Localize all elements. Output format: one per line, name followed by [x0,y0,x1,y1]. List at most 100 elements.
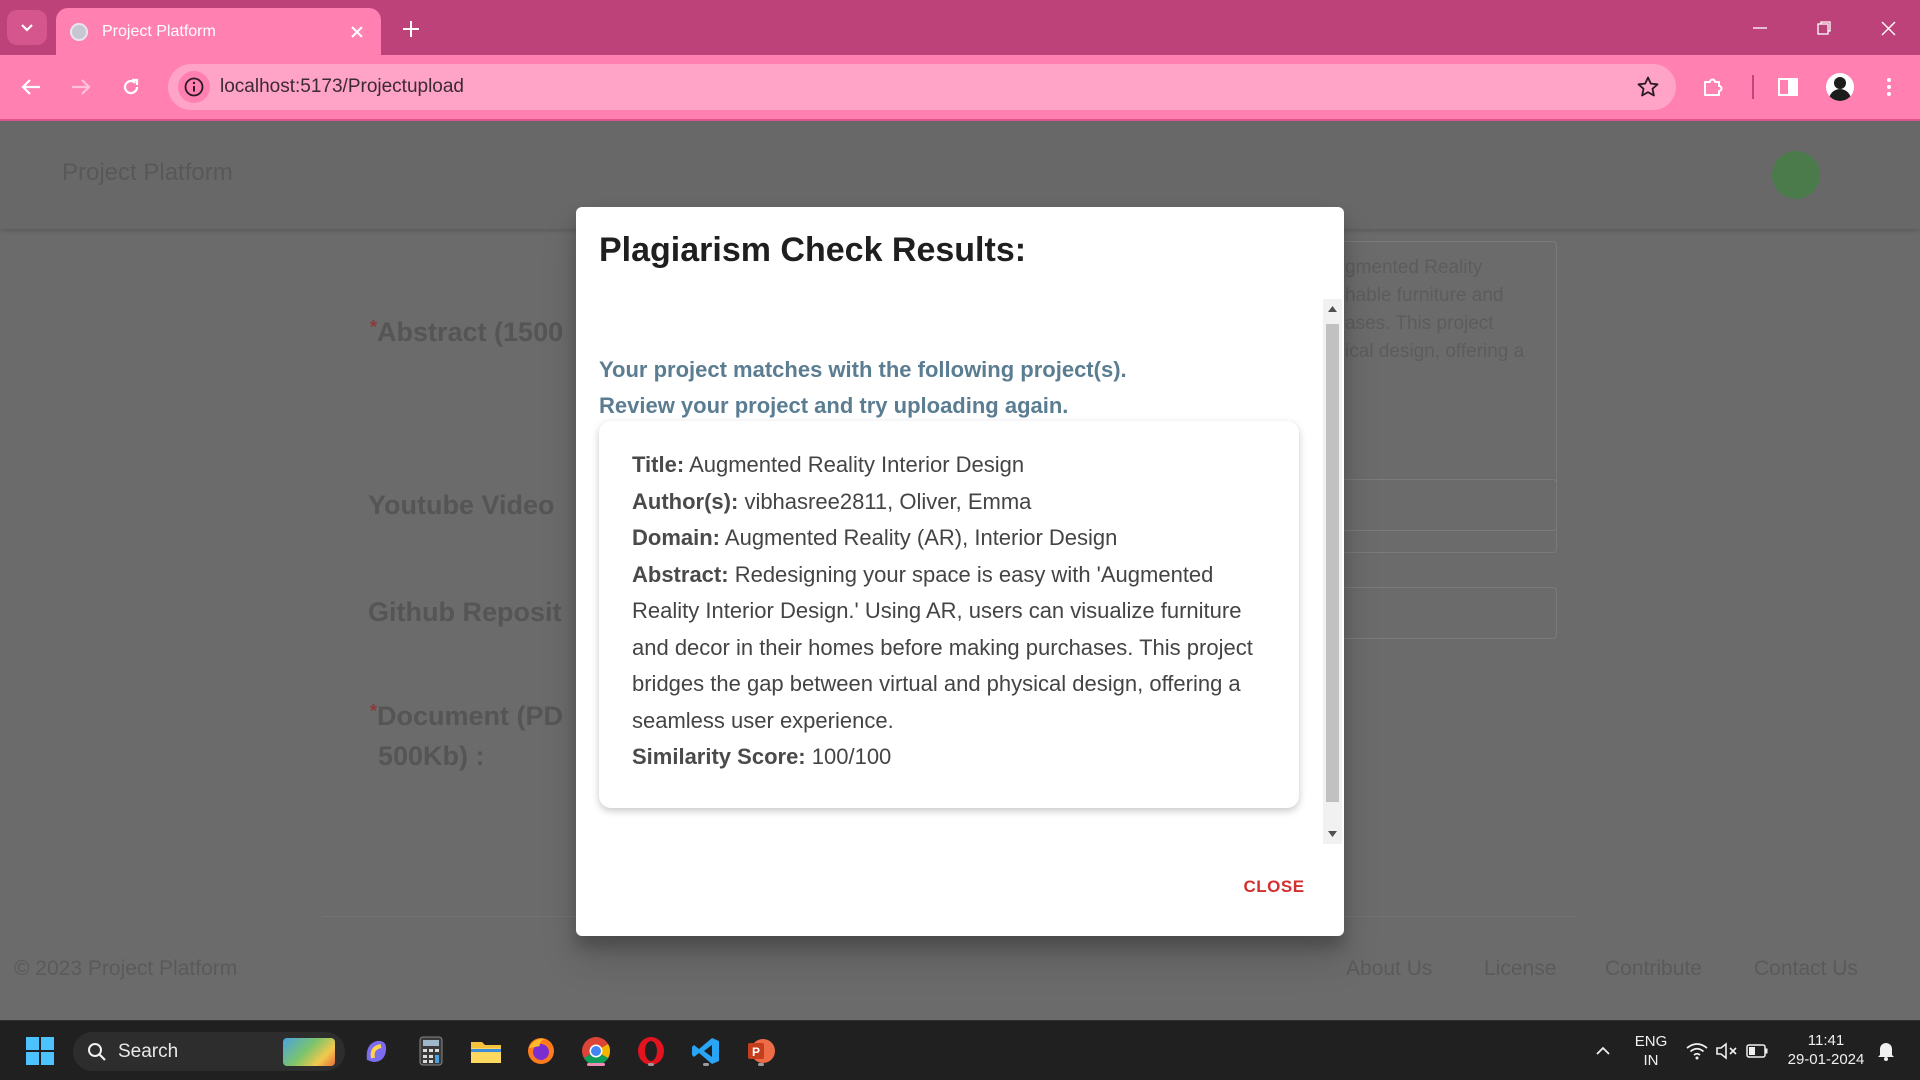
result-title-value: Augmented Reality Interior Design [689,452,1025,477]
language-region: IN [1643,1052,1659,1069]
result-authors-key: Author(s): [632,488,739,514]
close-icon [1881,21,1895,35]
result-domain-key: Domain: [632,525,720,550]
result-abstract: Abstract: Redesigning your space is easy… [632,557,1267,740]
running-indicator [758,1063,764,1066]
folder-icon [471,1042,501,1063]
copilot-icon [366,1040,387,1062]
forward-button[interactable] [63,69,99,105]
result-abstract-key: Abstract: [632,561,729,587]
file-explorer-taskbar-icon[interactable] [468,1033,504,1069]
window-close-button[interactable] [1868,10,1908,46]
footer-link-license[interactable]: License [1484,957,1556,981]
tab-close-button[interactable] [345,20,369,44]
match-message: Your project matches with the following … [599,352,1127,424]
language-indicator[interactable]: ENG IN [1630,1032,1672,1070]
search-icon [88,1043,106,1061]
battery-status[interactable] [1739,1033,1775,1069]
user-avatar[interactable] [1772,151,1820,199]
youtube-input[interactable] [1335,479,1557,531]
dialog-scrollbar[interactable] [1323,299,1342,844]
vscode-icon [692,1038,719,1064]
reload-button[interactable] [113,69,149,105]
running-indicator [703,1063,709,1066]
more-vertical-icon [1887,78,1891,96]
toolbar-separator [1752,75,1754,99]
notifications-button[interactable] [1868,1033,1904,1069]
document-size-label: 500Kb) : [378,741,485,771]
search-placeholder: Search [118,1041,179,1062]
arrow-right-icon [72,79,91,95]
powerpoint-taskbar-icon[interactable]: P [743,1033,779,1069]
firefox-taskbar-icon[interactable] [523,1033,559,1069]
close-button[interactable]: CLOSE [1224,867,1324,907]
triangle-down-icon [1328,831,1337,837]
minimize-button[interactable] [1740,10,1780,46]
url-text: localhost:5173/Projectupload [220,76,465,97]
match-message-line: Review your project and try uploading ag… [599,393,1069,418]
browser-tab-active[interactable]: Project Platform [56,8,381,55]
reload-icon [123,78,139,95]
scroll-up-arrow[interactable] [1323,302,1342,316]
result-score-value: 100/100 [811,744,892,769]
puzzle-icon [1704,78,1723,96]
language-code: ENG [1634,1033,1668,1050]
browser-toolbar: localhost:5173/Projectupload [0,55,1920,121]
result-authors: Author(s): vibhasree2811, Oliver, Emma [632,484,1267,521]
dialog-title: Plagiarism Check Results: [599,231,1027,269]
vscode-taskbar-icon[interactable] [688,1033,724,1069]
restore-button[interactable] [1804,10,1844,46]
back-button[interactable] [13,69,49,105]
powerpoint-icon: P [748,1039,775,1063]
site-info-button[interactable] [178,71,210,103]
footer-copyright: © 2023 Project Platform [14,957,238,980]
match-message-line: Your project matches with the following … [599,357,1127,382]
show-hidden-icons-button[interactable] [1585,1033,1621,1069]
clock[interactable]: 11:41 29-01-2024 [1780,1031,1872,1069]
clock-time: 11:41 [1807,1032,1845,1049]
abstract-text-snippet: gmented Reality hable furniture and ases… [1345,257,1525,362]
github-input[interactable] [1335,587,1557,639]
browser-menu-button[interactable] [1871,69,1907,105]
new-tab-button[interactable] [396,14,426,44]
profile-avatar[interactable] [1826,73,1854,101]
close-icon [351,26,363,38]
dialog-content-scroll[interactable]: Your project matches with the following … [576,299,1344,844]
opera-taskbar-icon[interactable] [633,1033,669,1069]
opera-icon [638,1037,664,1065]
chevron-up-icon [1596,1046,1610,1055]
plagiarism-results-dialog: Plagiarism Check Results: Your project m… [576,207,1344,936]
tab-search-button[interactable] [7,10,47,45]
triangle-up-icon [1328,306,1337,312]
youtube-label: Youtube Video [368,490,555,520]
restore-icon [1817,21,1831,35]
address-bar[interactable]: localhost:5173/Projectupload [168,64,1676,110]
windows-taskbar: Search P ENG IN 11:41 29-01-2024 [0,1020,1920,1080]
side-panel-icon [1778,78,1798,96]
result-domain: Domain: Augmented Reality (AR), Interior… [632,520,1267,557]
scrollbar-thumb[interactable] [1326,324,1339,802]
chrome-icon [582,1037,610,1065]
result-authors-value: vibhasree2811, Oliver, Emma [744,488,1032,514]
result-score-key: Similarity Score: [632,744,806,769]
side-panel-button[interactable] [1770,69,1806,105]
scroll-down-arrow[interactable] [1323,827,1342,841]
bookmark-button[interactable] [1634,73,1662,101]
taskbar-search[interactable]: Search [73,1032,345,1071]
copilot-taskbar-icon[interactable] [358,1033,394,1069]
tab-title: Project Platform [102,22,216,40]
footer-link-contribute[interactable]: Contribute [1605,957,1702,981]
star-icon [1637,76,1659,97]
arrow-left-icon [21,79,40,95]
calculator-taskbar-icon[interactable] [413,1033,449,1069]
footer-link-contact[interactable]: Contact Us [1754,957,1858,981]
start-button[interactable] [22,1033,58,1069]
footer-link-about[interactable]: About Us [1346,957,1432,981]
bell-icon [1878,1043,1894,1061]
result-domain-value: Augmented Reality (AR), Interior Design [724,525,1118,550]
extensions-button[interactable] [1695,69,1731,105]
svg-text:P: P [752,1045,760,1059]
chrome-taskbar-icon[interactable] [578,1033,614,1069]
document-label: *Document (PD [370,701,564,731]
result-abstract-value: Redesigning your space is easy with 'Aug… [632,561,1253,733]
